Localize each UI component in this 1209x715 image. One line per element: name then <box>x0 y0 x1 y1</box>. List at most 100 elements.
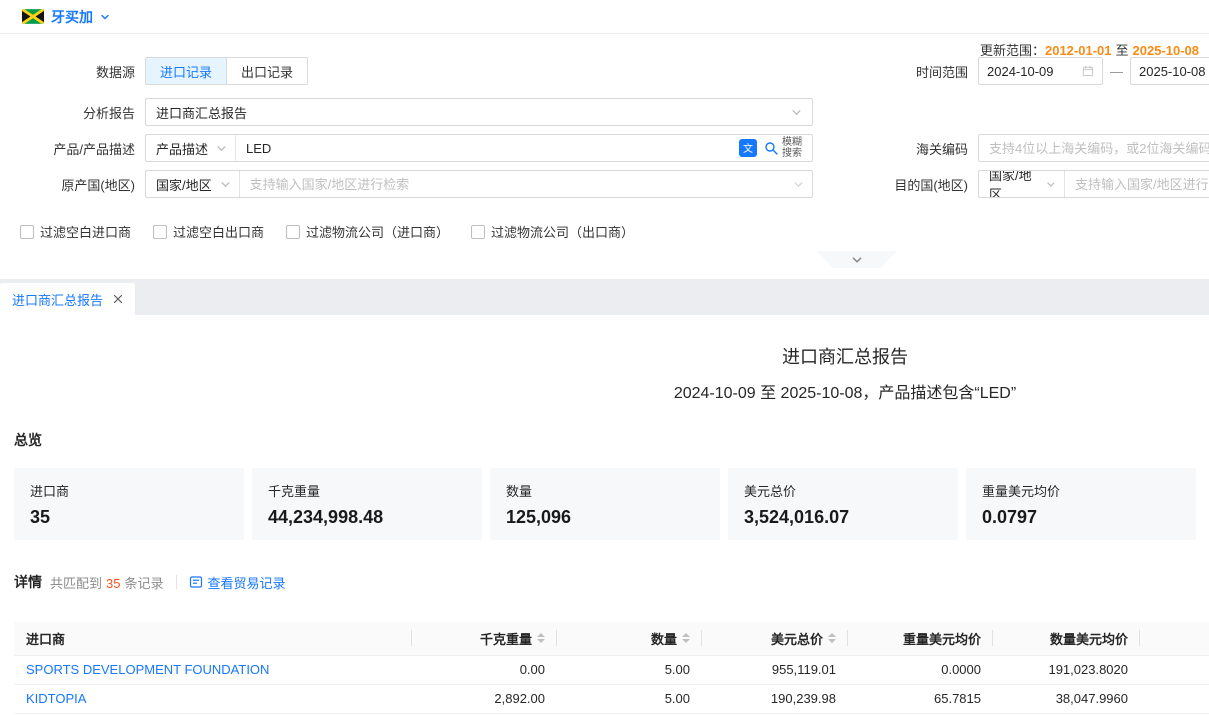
table-row: KIDTOPIA 2,892.00 5.00 190,239.98 65.781… <box>14 684 1209 713</box>
matched-count: 35 <box>106 576 120 591</box>
customs-code-label: 海关编码 <box>870 139 968 158</box>
cell-usd-total: 190,239.98 <box>702 684 848 713</box>
cell-kg-weight: 2,892.00 <box>412 684 557 713</box>
chevron-down-icon <box>1046 179 1056 190</box>
details-header: 详情 共匹配到35条记录 查看贸易记录 <box>14 572 1209 592</box>
stat-label: 重量美元均价 <box>982 481 1180 500</box>
origin-country-label: 原产国(地区) <box>0 175 135 194</box>
jamaica-flag-icon <box>22 9 44 24</box>
stat-card-usd-total: 美元总价 3,524,016.07 <box>728 468 958 540</box>
cell-spacer <box>1140 655 1209 684</box>
chevron-down-icon <box>216 143 227 154</box>
country-selector[interactable]: 牙买加 <box>22 7 110 27</box>
column-header-quantity[interactable]: 数量 <box>557 622 702 655</box>
destination-field-select[interactable]: 国家/地区 <box>979 171 1065 197</box>
cell-usd-per-weight: 65.7815 <box>848 684 993 713</box>
origin-field-select[interactable]: 国家/地区 <box>146 171 240 197</box>
overview-heading: 总览 <box>14 432 1209 448</box>
sort-icon[interactable] <box>537 633 545 643</box>
tab-bar: 进口商汇总报告 <box>0 279 1209 315</box>
destination-field-value: 国家/地区 <box>989 170 1038 198</box>
stat-value: 125,096 <box>506 507 704 528</box>
table-header-row: 进口商 千克重量 数量 美元总价 重量美元均价 <box>14 622 1209 655</box>
date-range-separator: — <box>1110 64 1123 79</box>
checkbox-icon <box>153 225 167 239</box>
tab-importer-summary-report[interactable]: 进口商汇总报告 <box>0 283 135 315</box>
chevron-down-icon <box>791 107 802 118</box>
country-name: 牙买加 <box>51 7 93 27</box>
report-title: 进口商汇总报告 <box>0 345 1209 370</box>
collapse-filter-button[interactable] <box>817 251 897 268</box>
close-icon[interactable] <box>113 294 123 304</box>
checkbox-icon <box>20 225 34 239</box>
divider <box>176 575 177 589</box>
view-trade-records-label: 查看贸易记录 <box>208 573 286 592</box>
export-records-tab[interactable]: 出口记录 <box>226 58 307 84</box>
importer-link[interactable]: KIDTOPIA <box>26 691 86 706</box>
start-date-value[interactable] <box>987 64 1078 79</box>
cell-spacer <box>1140 684 1209 713</box>
checkbox-label: 过滤物流公司（进口商） <box>306 222 449 241</box>
topbar: 牙买加 <box>0 0 1209 34</box>
checkbox-filter-blank-importer[interactable]: 过滤空白进口商 <box>20 222 131 241</box>
update-range-end: 2025-10-08 <box>1133 43 1200 58</box>
destination-country-label: 目的国(地区) <box>870 175 968 194</box>
report-subtitle: 2024-10-09 至 2025-10-08，产品描述包含“LED” <box>0 383 1209 404</box>
start-date-input[interactable] <box>978 57 1103 85</box>
svg-text:文: 文 <box>743 142 753 155</box>
filter-panel: 更新范围：2012-01-01至2025-10-08 数据源 进口记录 出口记录… <box>0 34 1209 279</box>
checkbox-filter-blank-exporter[interactable]: 过滤空白出口商 <box>153 222 264 241</box>
column-header-usd-total[interactable]: 美元总价 <box>702 622 848 655</box>
checkbox-filter-logistics-importer[interactable]: 过滤物流公司（进口商） <box>286 222 449 241</box>
stat-card-kg-weight: 千克重量 44,234,998.48 <box>252 468 482 540</box>
time-range-label: 时间范围 <box>870 62 968 81</box>
sort-icon[interactable] <box>828 633 836 643</box>
product-field-select[interactable]: 产品描述 <box>146 135 236 161</box>
stat-label: 美元总价 <box>744 481 942 500</box>
importer-link[interactable]: SPORTS DEVELOPMENT FOUNDATION <box>26 662 269 677</box>
destination-country-group: 国家/地区 <box>978 170 1209 198</box>
destination-country-input[interactable] <box>1065 171 1209 197</box>
product-search-input[interactable] <box>236 135 739 161</box>
chevron-down-icon <box>793 179 804 190</box>
translate-icon[interactable]: 文 <box>739 139 757 157</box>
cell-kg-weight: 0.00 <box>412 655 557 684</box>
column-header-spacer <box>1140 622 1209 655</box>
end-date-value[interactable] <box>1139 64 1209 79</box>
end-date-input[interactable] <box>1130 57 1209 85</box>
import-records-tab[interactable]: 进口记录 <box>146 58 226 84</box>
tab-label: 进口商汇总报告 <box>12 290 103 309</box>
report-content: 进口商汇总报告 2024-10-09 至 2025-10-08，产品描述包含“L… <box>0 315 1209 715</box>
origin-country-input[interactable] <box>240 171 793 197</box>
view-trade-records-link[interactable]: 查看贸易记录 <box>189 573 286 592</box>
customs-code-input[interactable] <box>978 134 1209 162</box>
checkbox-filter-logistics-exporter[interactable]: 过滤物流公司（出口商） <box>471 222 634 241</box>
stat-value: 0.0797 <box>982 507 1180 528</box>
stat-card-quantity: 数量 125,096 <box>490 468 720 540</box>
checkbox-icon <box>471 225 485 239</box>
matched-prefix: 共匹配到 <box>50 576 102 591</box>
origin-field-value: 国家/地区 <box>156 175 212 194</box>
importer-table: 进口商 千克重量 数量 美元总价 重量美元均价 <box>14 622 1209 714</box>
cell-usd-per-quantity: 191,023.8020 <box>993 655 1140 684</box>
cell-usd-per-quantity: 38,047.9960 <box>993 684 1140 713</box>
product-search-group: 产品描述 文 模糊搜索 <box>145 134 813 162</box>
data-source-label: 数据源 <box>0 62 135 81</box>
product-field-value: 产品描述 <box>156 139 208 158</box>
report-type-select[interactable]: 进口商汇总报告 <box>145 98 813 126</box>
filter-checkboxes: 过滤空白进口商 过滤空白出口商 过滤物流公司（进口商） 过滤物流公司（出口商） <box>20 222 634 241</box>
column-header-kg-weight[interactable]: 千克重量 <box>412 622 557 655</box>
stat-value: 35 <box>30 507 228 528</box>
sort-icon[interactable] <box>682 633 690 643</box>
cell-usd-per-weight: 0.0000 <box>848 655 993 684</box>
fuzzy-search-button[interactable]: 模糊搜索 <box>764 137 804 159</box>
column-header-usd-per-weight: 重量美元均价 <box>848 622 993 655</box>
checkbox-label: 过滤空白进口商 <box>40 222 131 241</box>
origin-country-group: 国家/地区 <box>145 170 813 198</box>
checkbox-label: 过滤物流公司（出口商） <box>491 222 634 241</box>
cell-quantity: 5.00 <box>557 655 702 684</box>
report-type-label: 分析报告 <box>0 103 135 122</box>
matched-suffix: 条记录 <box>124 576 163 591</box>
product-label: 产品/产品描述 <box>0 139 135 158</box>
trade-records-icon <box>189 575 203 589</box>
